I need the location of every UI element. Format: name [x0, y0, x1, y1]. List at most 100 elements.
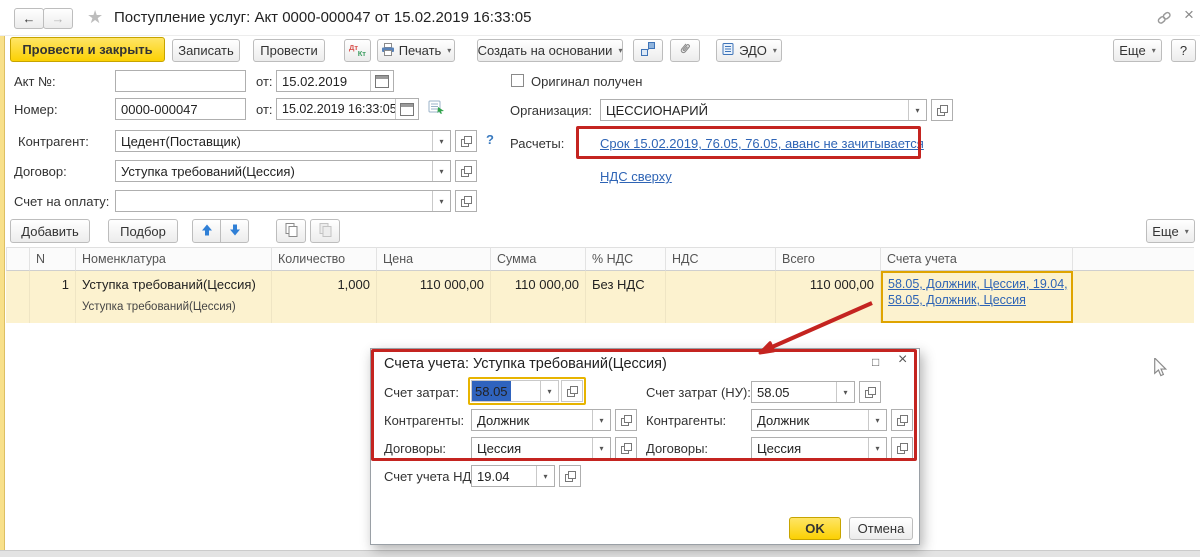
row-gutter — [6, 271, 30, 323]
ok-button[interactable]: OK — [789, 517, 841, 540]
act-date-calendar-icon[interactable] — [370, 71, 393, 91]
get-link-icon[interactable] — [1156, 10, 1173, 29]
vat-mode-link[interactable]: НДС сверху — [600, 169, 672, 184]
organization-combobox[interactable]: ЦЕССИОНАРИЙ ▾ — [600, 99, 927, 121]
header-nomenclature[interactable]: Номенклатура — [76, 247, 272, 271]
contracts-combobox[interactable]: Цессия ▾ — [471, 437, 611, 459]
header-n[interactable]: N — [30, 247, 76, 271]
header-price[interactable]: Цена — [377, 247, 491, 271]
move-row-up-button[interactable] — [192, 219, 221, 243]
organization-dropdown-icon[interactable]: ▾ — [908, 100, 926, 120]
cost-account-nu-combobox[interactable]: 58.05 ▾ — [751, 381, 855, 403]
cell-n[interactable]: 1 — [30, 271, 76, 323]
printer-icon — [381, 42, 395, 59]
number-input[interactable]: 0000-000047 — [115, 98, 246, 120]
edo-button[interactable]: ЭДО ▾ — [716, 39, 782, 62]
attachments-button[interactable] — [670, 39, 700, 62]
contracts-dropdown-icon[interactable]: ▾ — [592, 438, 610, 458]
accounts-link-line2[interactable]: 58.05, Должник, Цессия — [888, 292, 1066, 308]
cost-account-open-button[interactable] — [561, 380, 583, 402]
cell-vat-percent[interactable]: Без НДС — [586, 271, 666, 323]
header-total[interactable]: Всего — [776, 247, 881, 271]
dialog-close-icon[interactable]: × — [898, 352, 907, 368]
cost-account-nu-open-button[interactable] — [859, 381, 881, 403]
dialog-maximize-icon[interactable]: □ — [872, 356, 879, 368]
back-button[interactable]: ← — [14, 8, 44, 29]
vat-account-dropdown-icon[interactable]: ▾ — [536, 466, 554, 486]
help-button[interactable]: ? — [1171, 39, 1196, 62]
contracts-nu-open-button[interactable] — [891, 437, 913, 459]
cell-nomenclature[interactable]: Уступка требований(Цессия) Уступка требо… — [76, 271, 272, 323]
header-quantity[interactable]: Количество — [272, 247, 377, 271]
move-row-down-button[interactable] — [220, 219, 249, 243]
post-and-close-button[interactable]: Провести и закрыть — [10, 37, 165, 62]
settlements-link[interactable]: Срок 15.02.2019, 76.05, 76.05, аванс не … — [600, 136, 924, 151]
counterparties-nu-combobox[interactable]: Должник ▾ — [751, 409, 887, 431]
favorite-star-icon[interactable]: ★ — [87, 7, 103, 28]
cost-account-nu-dropdown-icon[interactable]: ▾ — [836, 382, 854, 402]
cell-price[interactable]: 110 000,00 — [377, 271, 491, 323]
contracts-open-button[interactable] — [615, 437, 637, 459]
counterparties-nu-open-button[interactable] — [891, 409, 913, 431]
counterparties-combobox[interactable]: Должник ▾ — [471, 409, 611, 431]
contract-open-button[interactable] — [455, 160, 477, 182]
dtkt-postings-button[interactable]: Дт Кт — [344, 39, 371, 62]
organization-open-button[interactable] — [931, 99, 953, 121]
cell-accounts[interactable]: 58.05, Должник, Цессия, 19.04, 58.05, До… — [881, 271, 1073, 323]
cancel-button[interactable]: Отмена — [849, 517, 913, 540]
counterparty-combobox[interactable]: Цедент(Поставщик) ▾ — [115, 130, 451, 152]
more-dropdown-icon: ▾ — [1151, 46, 1156, 55]
more-button[interactable]: Еще ▾ — [1113, 39, 1162, 62]
header-vat[interactable]: НДС — [666, 247, 776, 271]
add-row-button[interactable]: Добавить — [10, 219, 90, 243]
invoice-open-button[interactable] — [455, 190, 477, 212]
forward-button[interactable]: → — [43, 8, 73, 29]
accounts-link-line1[interactable]: 58.05, Должник, Цессия, 19.04, — [888, 276, 1068, 292]
contract-combobox[interactable]: Уступка требований(Цессия) ▾ — [115, 160, 451, 182]
table-row[interactable]: 1 Уступка требований(Цессия) Уступка тре… — [6, 271, 1194, 323]
counterparty-hint-icon[interactable]: ? — [486, 132, 494, 147]
contracts-nu-label: Договоры: — [646, 441, 709, 456]
select-number-icon[interactable] — [428, 100, 446, 119]
vat-account-combobox[interactable]: 19.04 ▾ — [471, 465, 555, 487]
cell-vat[interactable] — [666, 271, 776, 323]
related-documents-button[interactable] — [633, 39, 663, 62]
counterparty-open-button[interactable] — [455, 130, 477, 152]
contracts-nu-dropdown-icon[interactable]: ▾ — [868, 438, 886, 458]
counterparties-nu-dropdown-icon[interactable]: ▾ — [868, 410, 886, 430]
create-based-on-button[interactable]: Создать на основании ▾ — [477, 39, 623, 62]
act-date-input[interactable]: 15.02.2019 — [276, 70, 394, 92]
cost-account-dropdown-icon[interactable]: ▾ — [540, 381, 558, 401]
save-button[interactable]: Записать — [172, 39, 240, 62]
number-datetime-input[interactable]: 15.02.2019 16:33:05 — [276, 98, 419, 120]
header-filler — [1073, 247, 1194, 271]
counterparty-dropdown-icon[interactable]: ▾ — [432, 131, 450, 151]
table-more-button[interactable]: Еще ▾ — [1146, 219, 1195, 243]
cell-total[interactable]: 110 000,00 — [776, 271, 881, 323]
contracts-label: Договоры: — [384, 441, 447, 456]
copy-row-button[interactable] — [276, 219, 306, 243]
number-datetime-calendar-icon[interactable] — [395, 99, 418, 119]
counterparties-dropdown-icon[interactable]: ▾ — [592, 410, 610, 430]
vat-account-open-button[interactable] — [559, 465, 581, 487]
counterparties-open-button[interactable] — [615, 409, 637, 431]
header-sum[interactable]: Сумма — [491, 247, 586, 271]
invoice-dropdown-icon[interactable]: ▾ — [432, 191, 450, 211]
invoice-combobox[interactable]: ▾ — [115, 190, 451, 212]
cell-quantity[interactable]: 1,000 — [272, 271, 377, 323]
cell-sum[interactable]: 110 000,00 — [491, 271, 586, 323]
contracts-nu-combobox[interactable]: Цессия ▾ — [751, 437, 887, 459]
header-vat-percent[interactable]: % НДС — [586, 247, 666, 271]
header-accounts[interactable]: Счета учета — [881, 247, 1073, 271]
post-button[interactable]: Провести — [253, 39, 325, 62]
close-window-icon[interactable]: × — [1184, 6, 1194, 23]
cost-account-focus-ring: 58.05 ▾ — [468, 377, 586, 405]
print-button[interactable]: Печать ▾ — [377, 39, 455, 62]
delete-row-button[interactable] — [310, 219, 340, 243]
original-received-checkbox[interactable] — [511, 74, 524, 87]
contract-dropdown-icon[interactable]: ▾ — [432, 161, 450, 181]
cost-account-nu-value: 58.05 — [757, 385, 790, 400]
pick-button[interactable]: Подбор — [108, 219, 178, 243]
act-no-input[interactable] — [115, 70, 246, 92]
cost-account-combobox[interactable]: 58.05 ▾ — [471, 380, 559, 402]
